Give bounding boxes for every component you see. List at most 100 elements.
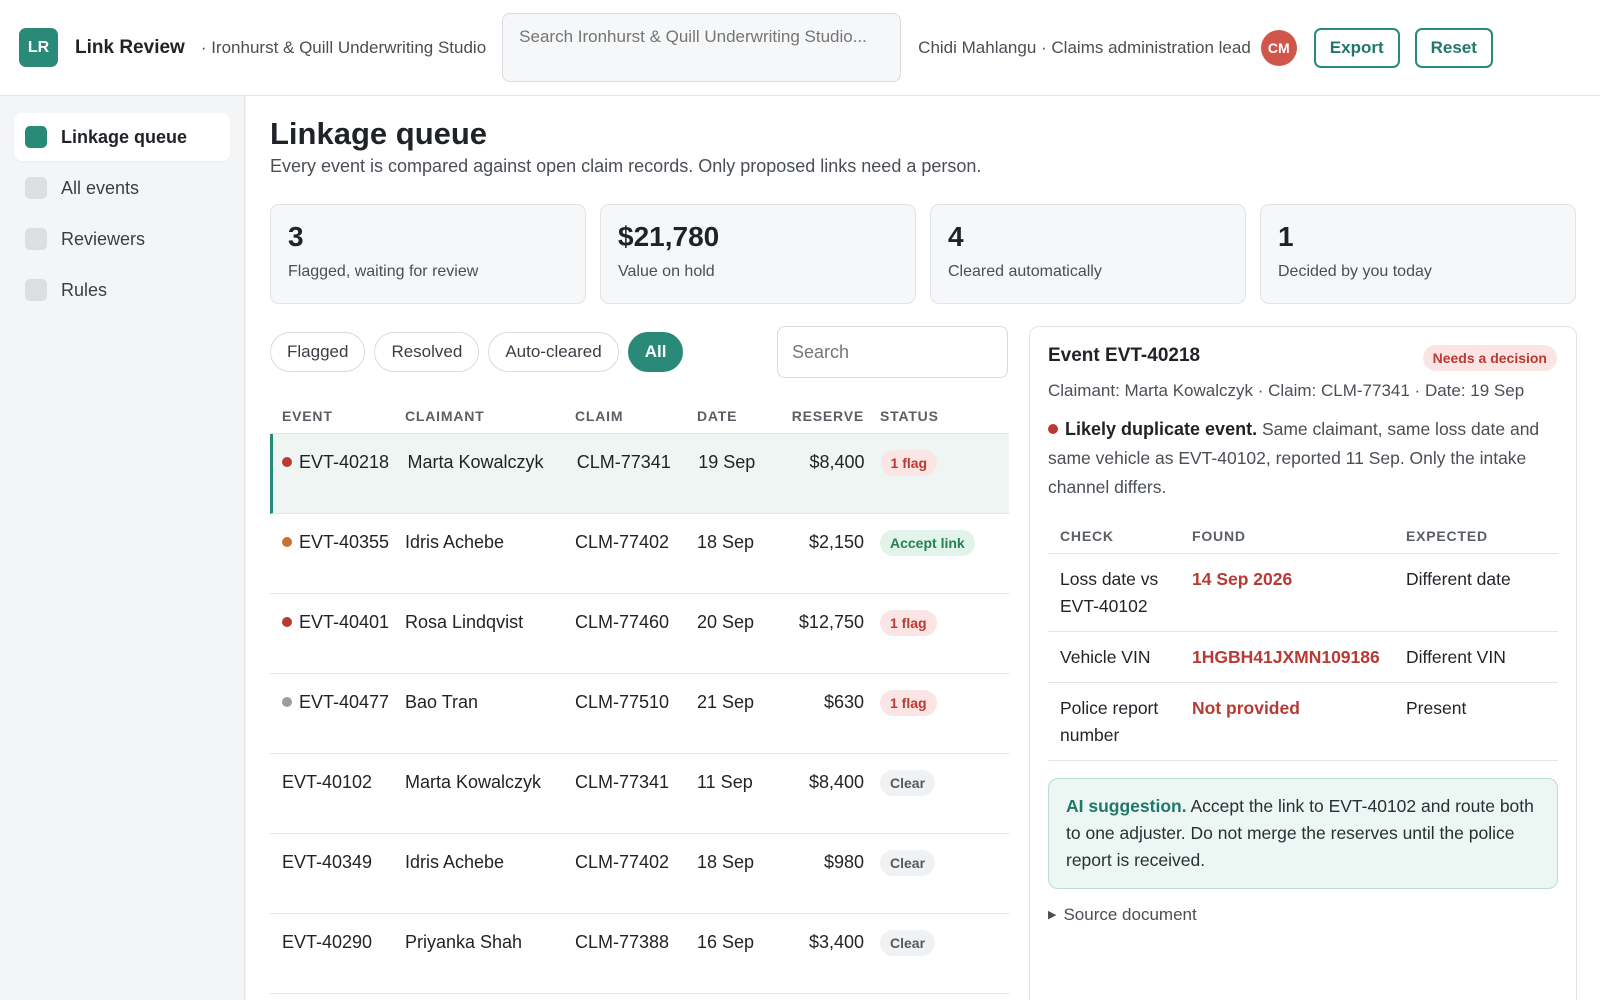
source-document-label: Source document (1063, 905, 1197, 924)
column-header-expected: EXPECTED (1406, 527, 1488, 544)
filter-flagged[interactable]: Flagged (270, 332, 366, 372)
source-document-toggle[interactable]: ▶ Source document (1048, 905, 1558, 925)
table-row[interactable]: EVT-40218 Marta Kowalczyk CLM-77341 19 Sep $… (270, 434, 1009, 514)
app-title: Link Review (75, 36, 185, 58)
filter-all[interactable]: All (627, 332, 684, 372)
column-header-check: CHECK (1060, 527, 1114, 544)
table-body: EVT-40218 Marta Kowalczyk CLM-77341 19 Sep $… (270, 434, 1009, 994)
alert-dot-icon (1048, 424, 1058, 434)
cell-claimant: Bao Tran (405, 692, 479, 712)
page-subtitle: Every event is compared against open cla… (270, 156, 982, 176)
cell-status: 1 flag (864, 689, 1009, 753)
cell-date: 21 Sep (697, 692, 755, 712)
status-badge: 1 flag (880, 690, 937, 716)
cell-event: EVT-40401 (270, 609, 405, 673)
cell-claim: CLM-77341 (575, 772, 670, 792)
table-row[interactable]: EVT-40477 Bao Tran CLM-77510 21 Sep $630 1 fl… (270, 674, 1009, 754)
stat-value: 3 (288, 221, 304, 252)
check-row: Loss date vs EVT-40102 14 Sep 2026 Diffe… (1048, 554, 1558, 632)
table-row[interactable]: EVT-40102 Marta Kowalczyk CLM-77341 11 Sep $… (270, 754, 1009, 834)
table-row[interactable]: EVT-40401 Rosa Lindqvist CLM-77460 20 Sep $1… (270, 594, 1009, 674)
column-header-event: EVENT (282, 407, 333, 424)
alert-title: Likely duplicate event. (1065, 419, 1258, 439)
checks-header: CHECK FOUND EXPECTED (1048, 518, 1558, 554)
events-table: EVENT CLAIMANT CLAIM DATE RESERVE STATUS… (270, 398, 1009, 994)
cell-reserve: $630 (823, 692, 864, 712)
sidebar-item-label: All events (61, 177, 140, 198)
check-found: Not provided (1192, 698, 1300, 718)
cell-claimant: Rosa Lindqvist (405, 612, 524, 632)
column-header-status: STATUS (880, 407, 939, 424)
ai-suggestion-label: AI suggestion. (1066, 796, 1187, 816)
org-name: · Ironhurst & Quill Underwriting Studio (200, 37, 487, 57)
cell-status: Clear (864, 849, 1009, 913)
check-row: Vehicle VIN 1HGBH41JXMN109186 Different … (1048, 632, 1558, 683)
event-id: EVT-40102 (282, 772, 373, 792)
stat-label: Decided by you today (1278, 263, 1432, 280)
queue-search-input[interactable] (777, 326, 1008, 378)
cell-date: 16 Sep (697, 932, 755, 952)
square-icon (25, 126, 47, 148)
sidebar-item-label: Linkage queue (61, 126, 188, 147)
check-expected: Present (1406, 698, 1467, 718)
sidebar-item-label: Reviewers (61, 228, 146, 249)
square-icon (25, 177, 47, 199)
check-expected: Different date (1406, 569, 1511, 589)
filter-auto-cleared[interactable]: Auto-cleared (488, 332, 619, 372)
column-header-claim: CLAIM (575, 407, 624, 424)
reset-button[interactable]: Reset (1414, 27, 1493, 68)
sidebar-item-label: Rules (61, 279, 108, 300)
sidebar-item-linkage-queue[interactable]: Linkage queue (14, 113, 230, 161)
cell-date: 20 Sep (697, 612, 755, 632)
stat-value: 4 (948, 221, 964, 252)
cell-status: 1 flag (864, 609, 1009, 673)
cell-event: EVT-40349 (270, 849, 405, 913)
event-id: EVT-40477 (299, 692, 390, 712)
global-search-input[interactable] (502, 13, 902, 82)
event-id: EVT-40355 (299, 532, 390, 552)
table-row[interactable]: EVT-40349 Idris Achebe CLM-77402 18 Sep $980… (270, 834, 1009, 914)
event-detail-panel: Event EVT-40218 Needs a decision Claiman… (1029, 326, 1577, 1000)
filter-resolved[interactable]: Resolved (374, 332, 480, 372)
cell-reserve: $12,750 (798, 612, 864, 632)
avatar[interactable]: CM (1260, 29, 1297, 66)
app-logo: LR (19, 28, 58, 67)
cell-claimant: Idris Achebe (405, 532, 505, 552)
cell-reserve: $8,400 (808, 772, 864, 792)
status-dot-icon (282, 457, 292, 467)
sidebar-item-all-events[interactable]: All events (14, 164, 230, 212)
stat-card-decided-today: 1 Decided by you today (1260, 204, 1576, 304)
event-id: EVT-40218 (299, 452, 390, 472)
check-found: 14 Sep 2026 (1192, 569, 1293, 589)
table-row[interactable]: EVT-40290 Priyanka Shah CLM-77388 16 Sep $3,… (270, 914, 1009, 994)
stat-value: 1 (1278, 221, 1294, 252)
event-id: EVT-40349 (282, 852, 373, 872)
ai-suggestion: AI suggestion. Accept the link to EVT-40… (1048, 778, 1558, 889)
check-expected: Different VIN (1406, 647, 1506, 667)
cell-event: EVT-40355 (270, 529, 405, 593)
cell-event: EVT-40477 (270, 689, 405, 753)
cell-status: Accept link (864, 529, 1009, 593)
sidebar-item-reviewers[interactable]: Reviewers (14, 215, 230, 263)
cell-event: EVT-40102 (270, 769, 405, 833)
export-button[interactable]: Export (1313, 27, 1400, 68)
check-row: Police report number Not provided Presen… (1048, 683, 1558, 761)
cell-status: Clear (864, 769, 1009, 833)
sidebar-item-rules[interactable]: Rules (14, 266, 230, 314)
filter-pills: Flagged Resolved Auto-cleared All (270, 332, 684, 372)
stat-value: $21,780 (618, 221, 720, 252)
cell-date: 11 Sep (697, 772, 753, 792)
table-row[interactable]: EVT-40355 Idris Achebe CLM-77402 18 Sep $2,1… (270, 514, 1009, 594)
column-header-claimant: CLAIMANT (405, 407, 485, 424)
cell-event: EVT-40218 (273, 449, 407, 513)
sidebar: Linkage queue All events Reviewers Rules (0, 96, 245, 1000)
cell-claimant: Marta Kowalczyk (405, 772, 542, 792)
square-icon (25, 279, 47, 301)
caret-right-icon: ▶ (1048, 909, 1057, 921)
top-header: LR Link Review · Ironhurst & Quill Under… (0, 0, 1600, 96)
status-dot-icon (282, 537, 292, 547)
duplicate-alert: Likely duplicate event. Same claimant, s… (1048, 415, 1558, 502)
cell-claimant: Marta Kowalczyk (407, 452, 544, 472)
stat-card-auto-cleared: 4 Cleared automatically (930, 204, 1246, 304)
cell-claimant: Idris Achebe (405, 852, 505, 872)
